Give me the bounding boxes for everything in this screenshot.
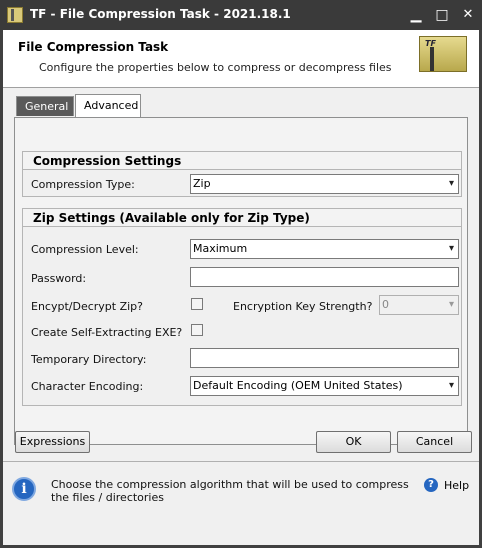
dialog-window: TF - File Compression Task - 2021.18.1 ▁… — [0, 0, 482, 548]
app-icon — [7, 7, 23, 23]
compression-type-select[interactable]: Zip — [190, 174, 459, 194]
self-extracting-label: Create Self-Extracting EXE? — [31, 326, 183, 339]
task-logo-icon — [419, 36, 467, 72]
character-encoding-label: Character Encoding: — [31, 380, 144, 393]
maximize-button[interactable]: □ — [430, 4, 454, 26]
tab-general[interactable]: General — [16, 96, 74, 116]
zip-settings-group: Zip Settings (Available only for Zip Typ… — [22, 208, 462, 406]
encrypt-zip-checkbox[interactable] — [191, 298, 203, 310]
encrypt-zip-label: Encypt/Decrypt Zip? — [31, 300, 144, 313]
info-icon: i — [12, 477, 36, 501]
encryption-key-strength-label: Encryption Key Strength? — [233, 300, 373, 313]
close-button[interactable]: ✕ — [456, 4, 480, 26]
dialog-header: File Compression Task Configure the prop… — [3, 30, 479, 88]
compression-level-label: Compression Level: — [31, 243, 139, 256]
cancel-button[interactable]: Cancel — [397, 431, 472, 453]
help-link[interactable]: Help — [444, 479, 469, 492]
character-encoding-select[interactable]: Default Encoding (OEM United States) — [190, 376, 459, 396]
ok-button[interactable]: OK — [316, 431, 391, 453]
footer-divider — [3, 461, 479, 462]
temporary-directory-input[interactable] — [190, 348, 459, 368]
zip-settings-heading: Zip Settings (Available only for Zip Typ… — [23, 209, 461, 227]
compression-settings-heading: Compression Settings — [23, 152, 461, 170]
password-label: Password: — [31, 272, 87, 285]
info-description: Choose the compression algorithm that wi… — [51, 478, 409, 504]
header-title: File Compression Task — [18, 40, 169, 54]
self-extracting-checkbox[interactable] — [191, 324, 203, 336]
expressions-button[interactable]: Expressions — [15, 431, 90, 453]
advanced-tab-panel: Compression Settings Compression Type: Z… — [14, 117, 468, 445]
header-subtitle: Configure the properties below to compre… — [39, 61, 392, 74]
dialog-client: File Compression Task Configure the prop… — [3, 30, 479, 545]
help-icon[interactable]: ? — [424, 478, 438, 492]
compression-level-select[interactable]: Maximum — [190, 239, 459, 259]
encryption-key-strength-select[interactable]: 0 — [379, 295, 459, 315]
minimize-button[interactable]: ▁ — [404, 4, 428, 26]
compression-type-label: Compression Type: — [31, 178, 135, 191]
temporary-directory-label: Temporary Directory: — [31, 353, 147, 366]
tab-advanced[interactable]: Advanced — [75, 94, 141, 118]
password-input[interactable] — [190, 267, 459, 287]
window-title: TF - File Compression Task - 2021.18.1 — [30, 7, 291, 21]
compression-settings-group: Compression Settings Compression Type: Z… — [22, 151, 462, 197]
title-bar[interactable]: TF - File Compression Task - 2021.18.1 ▁… — [0, 0, 482, 30]
